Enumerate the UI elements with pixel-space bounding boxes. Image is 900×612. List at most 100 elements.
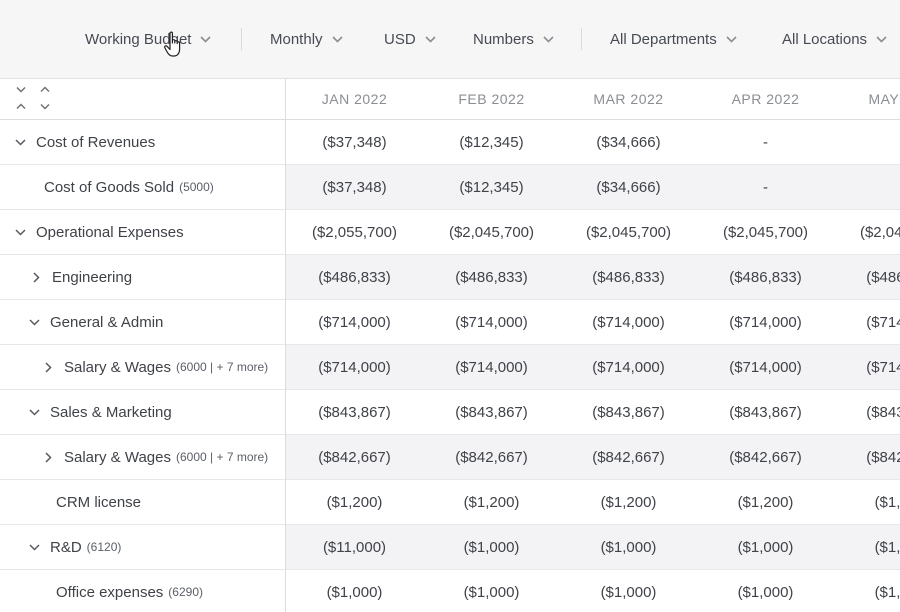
value-cell[interactable]: ($843,867) xyxy=(286,390,423,434)
value-cell[interactable]: ($843,867) xyxy=(423,390,560,434)
value-cell[interactable]: ($486,833) xyxy=(697,255,834,299)
period-dropdown[interactable]: Monthly xyxy=(270,0,343,78)
value-cell[interactable]: ($714,000) xyxy=(697,300,834,344)
account-row[interactable]: Engineering xyxy=(0,255,285,300)
account-row[interactable]: Cost of Goods Sold (5000) xyxy=(0,165,285,210)
chevron-right-icon[interactable] xyxy=(30,271,42,283)
table-row: ($842,667) ($842,667) ($842,667) ($842,667)… xyxy=(286,435,900,480)
value-cell[interactable]: ($842,667) xyxy=(834,435,900,479)
value-cell[interactable]: ($34,666) xyxy=(560,120,697,164)
chevron-down-icon xyxy=(331,35,343,43)
value-cell[interactable]: ($1,000) xyxy=(423,570,560,612)
value-cell[interactable]: ($1,200) xyxy=(423,480,560,524)
value-cell[interactable]: ($12,345) xyxy=(423,120,560,164)
expand-collapse-all-icon[interactable] xyxy=(14,86,54,114)
value-cell[interactable]: ($842,667) xyxy=(560,435,697,479)
value-cell[interactable]: ($34,666) xyxy=(560,165,697,209)
chevron-down-icon[interactable] xyxy=(14,226,26,238)
value-cell[interactable]: ($12,345) xyxy=(423,165,560,209)
value-cell[interactable]: ($1,200) xyxy=(697,480,834,524)
value-cell[interactable]: ($714,000) xyxy=(560,300,697,344)
locations-dropdown[interactable]: All Locations xyxy=(782,0,887,78)
account-row[interactable]: Cost of Revenues xyxy=(0,120,285,165)
value-cell[interactable]: ($486,833) xyxy=(560,255,697,299)
value-cell[interactable]: ($1,000) xyxy=(834,570,900,612)
value-cell[interactable]: ($1,000) xyxy=(560,525,697,569)
value-cell[interactable]: ($2,055,700) xyxy=(286,210,423,254)
chevron-down-icon xyxy=(876,35,887,43)
value-cell[interactable]: ($842,667) xyxy=(423,435,560,479)
month-header: MAY 2022 xyxy=(868,91,900,107)
display-format-dropdown[interactable]: Numbers xyxy=(473,0,554,78)
departments-dropdown[interactable]: All Departments xyxy=(610,0,737,78)
account-row[interactable]: Sales & Marketing xyxy=(0,390,285,435)
value-cell[interactable]: - xyxy=(834,120,900,164)
value-cell[interactable]: ($843,867) xyxy=(697,390,834,434)
value-cell[interactable]: ($714,000) xyxy=(834,300,900,344)
budget-dropdown[interactable]: Working Budget xyxy=(85,0,212,78)
chevron-down-icon xyxy=(543,35,554,43)
value-cell[interactable]: ($37,348) xyxy=(286,120,423,164)
value-cell[interactable]: ($2,045,700) xyxy=(560,210,697,254)
value-cell[interactable]: ($1,200) xyxy=(560,480,697,524)
value-cell[interactable]: ($2,045,700) xyxy=(697,210,834,254)
value-cell[interactable]: ($714,000) xyxy=(834,345,900,389)
chevron-down-icon[interactable] xyxy=(28,406,40,418)
account-row[interactable]: Salary & Wages (6000 | + 7 more) xyxy=(0,345,285,390)
account-label: Cost of Goods Sold xyxy=(44,178,175,196)
value-cell[interactable]: ($842,667) xyxy=(697,435,834,479)
value-cell[interactable]: ($714,000) xyxy=(560,345,697,389)
table-row: ($714,000) ($714,000) ($714,000) ($714,000)… xyxy=(286,345,900,390)
table-row: ($1,000)($1,000)($1,000)($1,000)($1,000) xyxy=(286,570,900,612)
value-cell[interactable]: ($714,000) xyxy=(423,300,560,344)
chevron-down-icon[interactable] xyxy=(28,316,40,328)
value-cell[interactable]: ($1,200) xyxy=(286,480,423,524)
account-row[interactable]: Operational Expenses xyxy=(0,210,285,255)
value-cell[interactable]: ($714,000) xyxy=(697,345,834,389)
value-cell[interactable]: ($843,867) xyxy=(560,390,697,434)
chevron-down-icon[interactable] xyxy=(14,136,26,148)
account-label: Office expenses xyxy=(56,583,164,601)
currency-dropdown[interactable]: USD xyxy=(384,0,436,78)
value-cell[interactable]: ($714,000) xyxy=(286,345,423,389)
month-header-row: JAN 2022 FEB 2022 MAR 2022 APR 2022 MAY 2022 xyxy=(286,79,900,120)
value-cell[interactable]: ($1,000) xyxy=(286,570,423,612)
value-cell[interactable]: ($1,200) xyxy=(834,480,900,524)
table-row: ($714,000) ($714,000) ($714,000) ($714,000)… xyxy=(286,300,900,345)
chevron-down-icon[interactable] xyxy=(28,541,40,553)
account-row[interactable]: R&D (6120) xyxy=(0,525,285,570)
table-row: ($1,200)($1,200)($1,200)($1,200)($1,200) xyxy=(286,480,900,525)
value-cell[interactable]: ($486,833) xyxy=(423,255,560,299)
value-cell[interactable]: ($2,045,700) xyxy=(834,210,900,254)
locations-dropdown-label: All Locations xyxy=(782,30,868,48)
value-cell[interactable]: ($714,000) xyxy=(423,345,560,389)
value-cell[interactable]: ($1,000) xyxy=(697,525,834,569)
account-row[interactable]: CRM license xyxy=(0,480,285,525)
value-cell[interactable]: ($714,000) xyxy=(286,300,423,344)
value-cell[interactable]: ($842,667) xyxy=(286,435,423,479)
account-row[interactable]: Office expenses (6290) xyxy=(0,570,285,612)
table-row: ($37,348)($12,345)($34,666)-- xyxy=(286,120,900,165)
value-cell[interactable]: ($11,000) xyxy=(286,525,423,569)
value-cell[interactable]: ($1,000) xyxy=(423,525,560,569)
value-cell[interactable]: ($1,000) xyxy=(697,570,834,612)
table-row: ($37,348)($12,345)($34,666)-- xyxy=(286,165,900,210)
value-cell[interactable]: ($1,000) xyxy=(560,570,697,612)
account-label: Salary & Wages xyxy=(64,358,171,376)
value-cell[interactable]: ($843,867) xyxy=(834,390,900,434)
account-column: Cost of Revenues Cost of Goods Sold (5000)… xyxy=(0,79,286,612)
value-cell[interactable]: ($486,833) xyxy=(834,255,900,299)
budget-table: Cost of Revenues Cost of Goods Sold (5000)… xyxy=(0,79,900,612)
value-cell[interactable]: ($486,833) xyxy=(286,255,423,299)
chevron-right-icon[interactable] xyxy=(42,451,54,463)
account-row[interactable]: Salary & Wages (6000 | + 7 more) xyxy=(0,435,285,480)
value-cell[interactable]: ($2,045,700) xyxy=(423,210,560,254)
value-cell[interactable]: ($37,348) xyxy=(286,165,423,209)
chevron-right-icon[interactable] xyxy=(42,361,54,373)
value-cell[interactable]: - xyxy=(834,165,900,209)
value-cell[interactable]: ($1,000) xyxy=(834,525,900,569)
chevron-down-icon xyxy=(200,35,212,43)
value-cell[interactable]: - xyxy=(697,120,834,164)
account-row[interactable]: General & Admin xyxy=(0,300,285,345)
value-cell[interactable]: - xyxy=(697,165,834,209)
